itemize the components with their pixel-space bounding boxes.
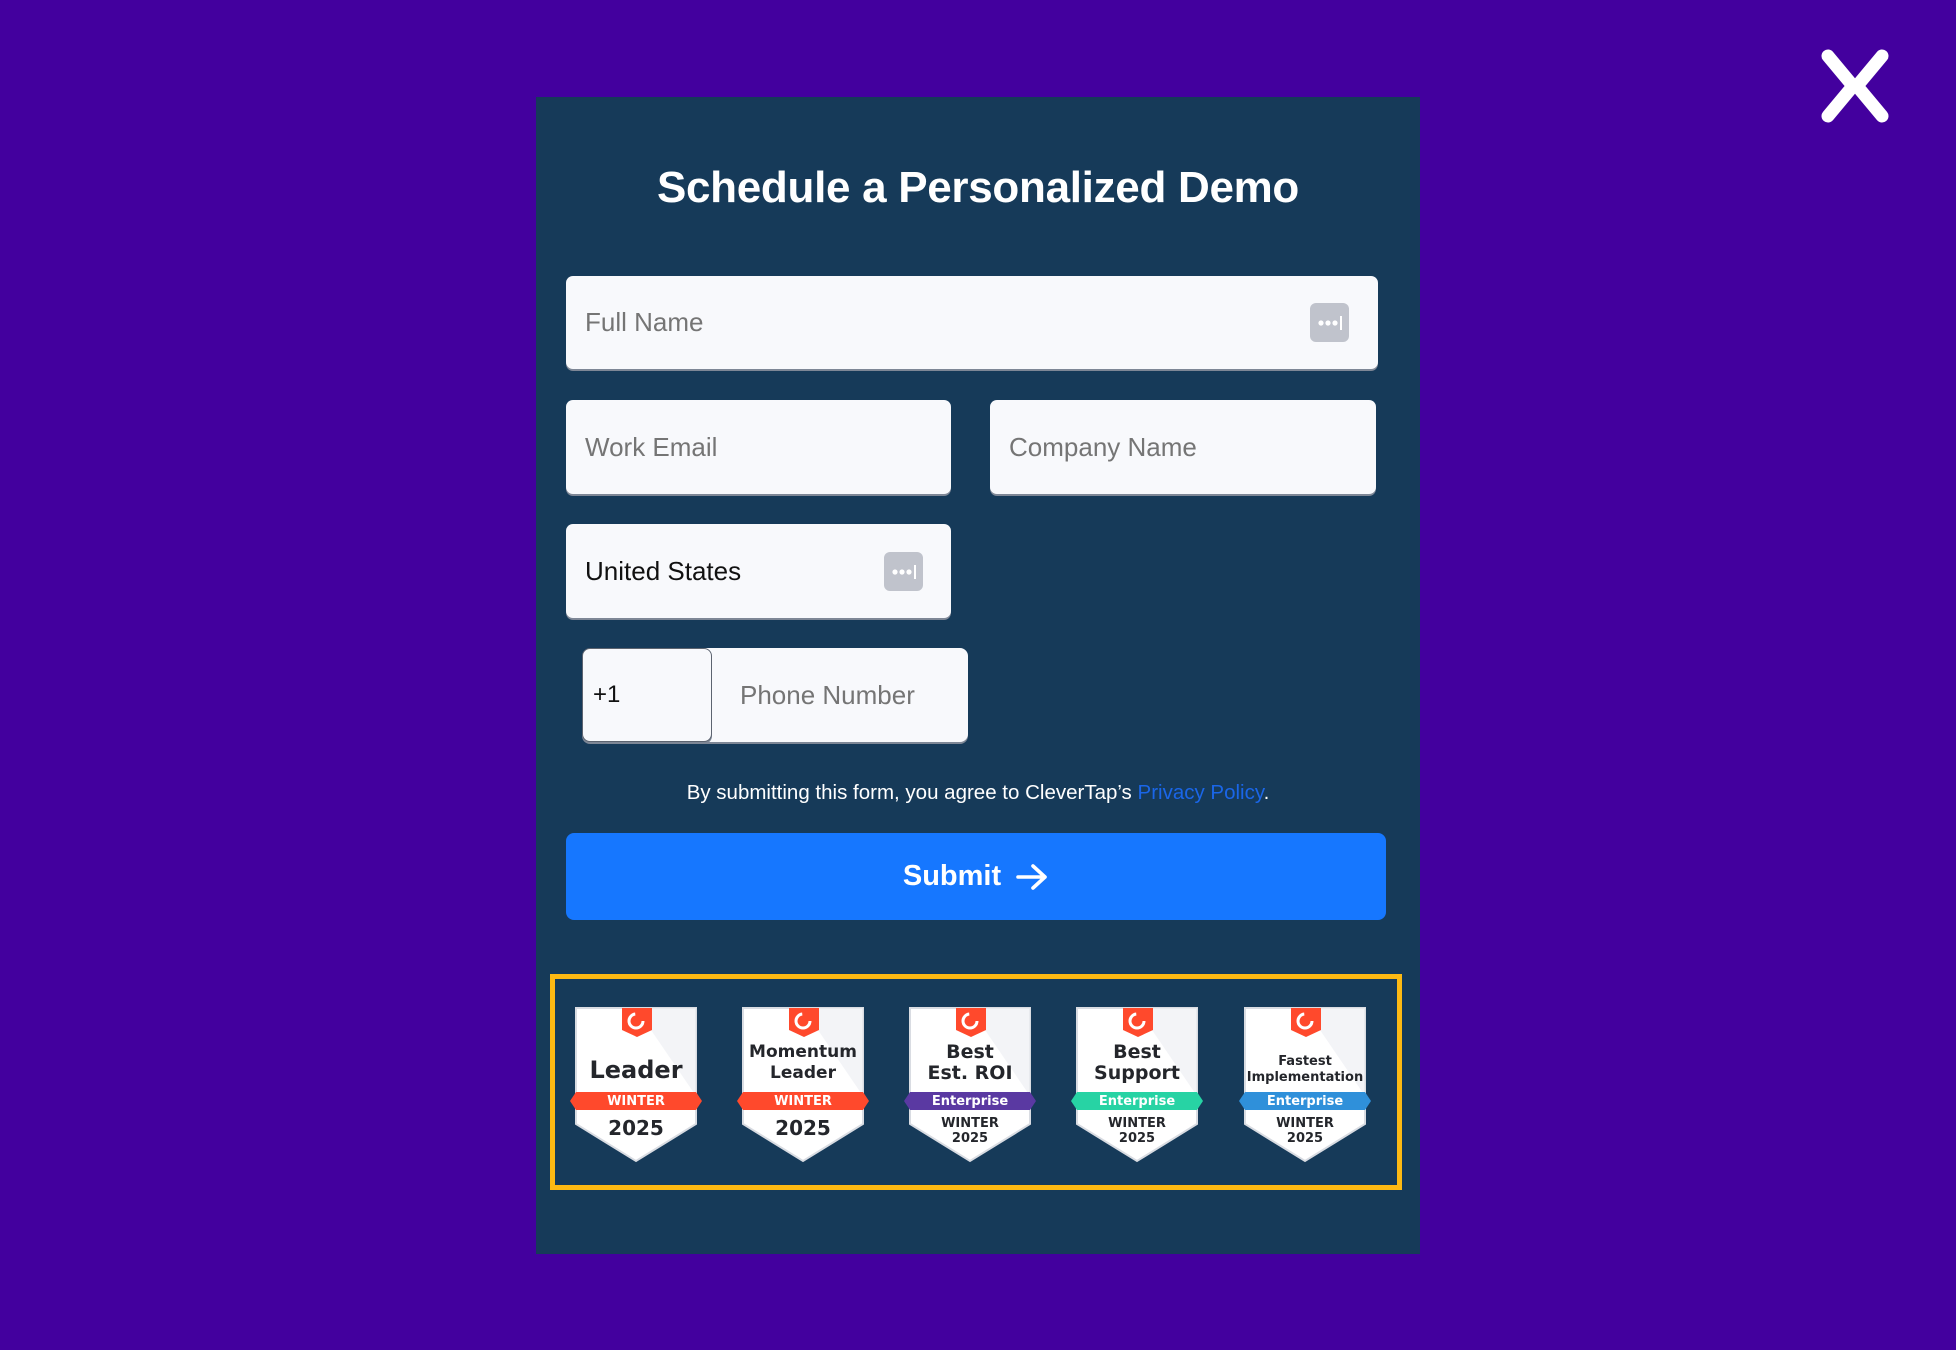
g2-award-badge: Momentum Leader WINTER 2025 — [733, 1006, 873, 1164]
badge-season: WINTER 2025 — [900, 1116, 1040, 1146]
badge-ribbon-label: WINTER — [607, 1094, 665, 1109]
badge-season: 2025 — [733, 1116, 873, 1140]
close-button[interactable] — [1818, 48, 1892, 124]
company-name-input[interactable] — [1009, 400, 1376, 494]
badge-season-line: WINTER — [941, 1116, 999, 1131]
g2-award-badge: Leader WINTER 2025 — [566, 1006, 706, 1164]
badge-season: WINTER 2025 — [1235, 1116, 1375, 1146]
phone-country-code[interactable]: +1 — [582, 648, 712, 742]
badge-season-line: 2025 — [1118, 1131, 1156, 1146]
badge-title-line: Support — [1094, 1062, 1180, 1084]
country-value: United States — [585, 555, 742, 586]
phone-code-value: +1 — [593, 681, 621, 708]
full-name-field[interactable] — [566, 276, 1378, 369]
badge-title-line: Momentum — [749, 1042, 857, 1062]
badge-season-line: 2025 — [608, 1116, 664, 1140]
badge-title-line: Leader — [770, 1063, 836, 1083]
badge-title-line: Leader — [589, 1056, 683, 1084]
g2-award-badge: Best Support Enterprise WINTER 2025 — [1067, 1006, 1207, 1164]
badge-title: Best Support — [1067, 1042, 1207, 1084]
form-title: Schedule a Personalized Demo — [656, 163, 1300, 212]
consent-suffix: . — [1263, 781, 1270, 804]
badge-shield-icon — [737, 1007, 869, 1163]
badge-title: Momentum Leader — [733, 1042, 873, 1084]
badge-season-line: 2025 — [775, 1116, 831, 1140]
badge-season-line: 2025 — [951, 1131, 989, 1146]
badge-title-line: Implementation — [1246, 1070, 1364, 1085]
g2-award-badge: Best Est. ROI Enterprise WINTER 2025 — [900, 1006, 1040, 1164]
password-autofill-icon[interactable] — [884, 552, 923, 591]
badge-shield-icon — [570, 1007, 702, 1163]
badge-title: Leader — [566, 1056, 706, 1084]
badge-ribbon-label: WINTER — [774, 1094, 832, 1109]
badge-ribbon-label: Enterprise — [931, 1094, 1009, 1109]
close-icon — [1821, 49, 1889, 123]
badge-season-line: WINTER — [1108, 1116, 1166, 1131]
consent-label: By submitting this form, you agree to Cl… — [686, 781, 1138, 804]
badge-season-line: WINTER — [1276, 1116, 1334, 1131]
badge-season-line: 2025 — [1286, 1131, 1324, 1146]
full-name-input[interactable] — [585, 276, 1378, 369]
badge-title-line: Est. ROI — [927, 1062, 1013, 1084]
phone-number-placeholder: Phone Number — [740, 679, 915, 710]
company-name-field[interactable] — [990, 400, 1376, 494]
badge-ribbon-label: Enterprise — [1098, 1094, 1176, 1109]
work-email-input[interactable] — [585, 400, 951, 494]
g2-award-badge: Fastest Implementation Enterprise WINTER 202… — [1235, 1006, 1375, 1164]
work-email-field[interactable] — [566, 400, 951, 494]
badge-season: WINTER 2025 — [1067, 1116, 1207, 1146]
country-select[interactable]: United States — [566, 524, 951, 618]
badge-title-line: Fastest — [1278, 1054, 1332, 1069]
submit-label: Submit — [902, 860, 1002, 892]
badge-season: 2025 — [566, 1116, 706, 1140]
submit-button[interactable]: Submit — [566, 833, 1386, 920]
consent-text: By submitting this form, you agree to Cl… — [0, 779, 1956, 807]
password-autofill-icon[interactable] — [1310, 303, 1349, 342]
badge-title: Fastest Implementation — [1235, 1054, 1375, 1086]
badge-title-line: Best — [1113, 1041, 1161, 1063]
privacy-policy-link[interactable]: Privacy Policy — [1138, 781, 1264, 804]
badge-title-line: Best — [946, 1041, 994, 1063]
badge-ribbon-label: Enterprise — [1266, 1094, 1344, 1109]
arrow-right-icon — [1016, 863, 1047, 890]
phone-number-field[interactable]: Phone Number — [700, 648, 968, 742]
badge-title: Best Est. ROI — [900, 1042, 1040, 1084]
